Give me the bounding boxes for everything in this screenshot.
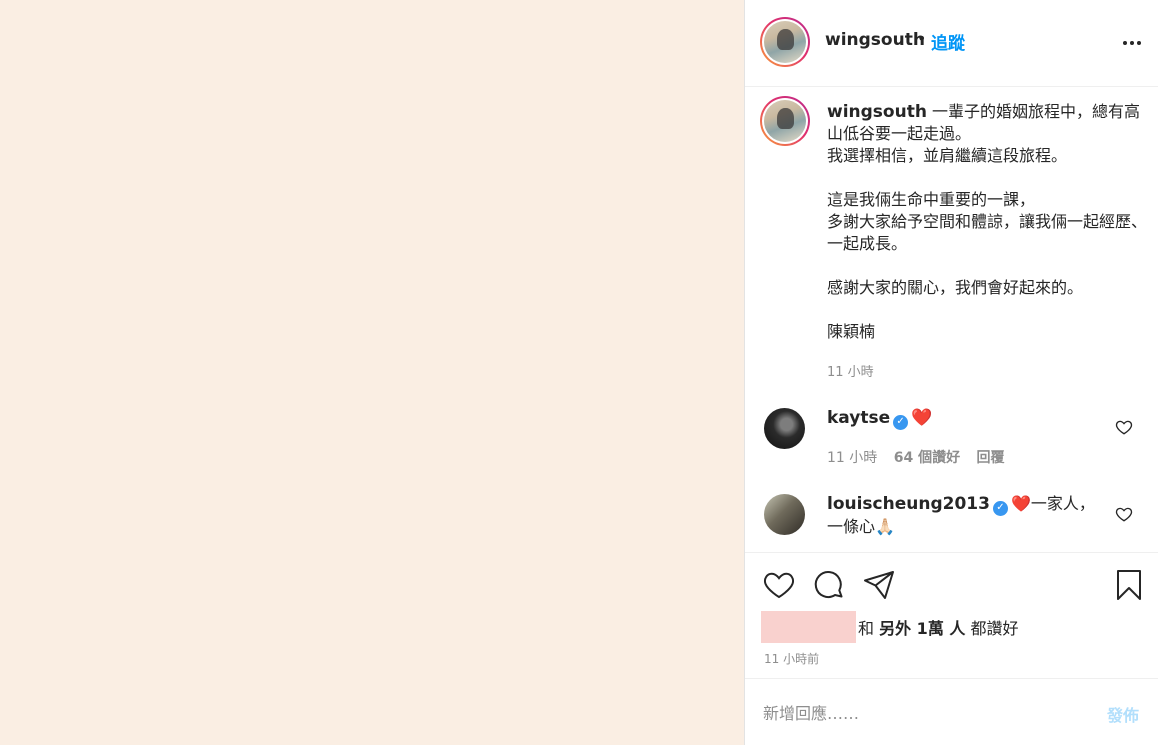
likes-conjunction: 和 (858, 619, 875, 638)
bookmark-icon[interactable] (1113, 569, 1145, 601)
reply-button[interactable]: 回覆 (977, 450, 1005, 466)
caption-signature: 陳穎楠 (827, 322, 876, 341)
post-header: wingsouth • 追蹤 (745, 0, 1158, 87)
verified-badge-icon: ✓ (992, 500, 1008, 516)
commenter-avatar[interactable] (764, 494, 805, 535)
caption-author-avatar[interactable] (760, 96, 810, 146)
post-side-panel: wingsouth • 追蹤 wingsouth 一輩子的婚姻旅程中，總有高山低… (744, 0, 1158, 745)
comment-timestamp[interactable]: 11 小時 (827, 450, 877, 466)
comment-input[interactable] (763, 699, 1083, 727)
separator-dot: • (917, 29, 927, 48)
share-icon[interactable] (863, 569, 895, 601)
author-avatar[interactable] (760, 17, 810, 67)
caption-timestamp[interactable]: 11 小時 (827, 361, 874, 380)
likes-others-count[interactable]: 另外 1萬 人 (879, 615, 965, 639)
comment-like-heart-icon[interactable] (1115, 505, 1133, 523)
comment-like-heart-icon[interactable] (1115, 418, 1133, 436)
post-caption: wingsouth 一輩子的婚姻旅程中，總有高山低谷要一起走過。 我選擇相信，並… (827, 101, 1147, 343)
redacted-username (761, 611, 856, 643)
heart-icon[interactable] (763, 569, 795, 601)
comment-icon[interactable] (813, 569, 845, 601)
caption-line: 這是我倆生命中重要的一課， (827, 190, 1036, 209)
post-media[interactable] (0, 0, 744, 745)
commenter-username[interactable]: louischeung2013 (827, 494, 990, 514)
post-timestamp[interactable]: 11 小時前 (764, 650, 819, 667)
comment-text: louischeung2013 ✓ ❤️一家人，一條心🙏🏻 (827, 493, 1097, 538)
caption-line: 感謝大家的關心，我們會好起來的。 (827, 278, 1084, 297)
comment-text: kaytse ✓ ❤️ (827, 407, 1097, 430)
verified-badge-icon: ✓ (893, 414, 909, 430)
more-options-icon[interactable] (1119, 30, 1145, 56)
commenter-avatar[interactable] (764, 408, 805, 449)
caption-line-1: wingsouth 一輩子的婚姻旅程中，總有高山低谷要一起走過。 (827, 101, 1147, 145)
comment-likes-count[interactable]: 64 個讚好 (894, 450, 960, 466)
caption-line: 多謝大家給予空間和體諒，讓我倆一起經歷、一起成長。 (827, 212, 1148, 253)
likes-summary[interactable]: 和 另外 1萬 人 都讚好 (761, 611, 1019, 643)
post-comment-button[interactable]: 發佈 (1107, 702, 1139, 726)
author-avatar-image (764, 21, 806, 63)
caption-line: 我選擇相信，並肩繼續這段旅程。 (827, 146, 1068, 165)
caption-username[interactable]: wingsouth (827, 102, 927, 122)
comment-body: ❤️ (911, 408, 933, 428)
post-actions: 和 另外 1萬 人 都讚好 11 小時前 (745, 552, 1158, 678)
author-username[interactable]: wingsouth (825, 30, 925, 50)
likes-suffix: 都讚好 (970, 619, 1019, 638)
commenter-username[interactable]: kaytse (827, 408, 890, 428)
caption-avatar-image (764, 100, 806, 142)
add-comment-bar: 發佈 (745, 678, 1158, 745)
follow-button[interactable]: 追蹤 (931, 29, 965, 54)
comment-meta: 11 小時 64 個讚好 回覆 (827, 447, 1017, 467)
comments-list[interactable]: wingsouth 一輩子的婚姻旅程中，總有高山低谷要一起走過。 我選擇相信，並… (745, 88, 1158, 552)
